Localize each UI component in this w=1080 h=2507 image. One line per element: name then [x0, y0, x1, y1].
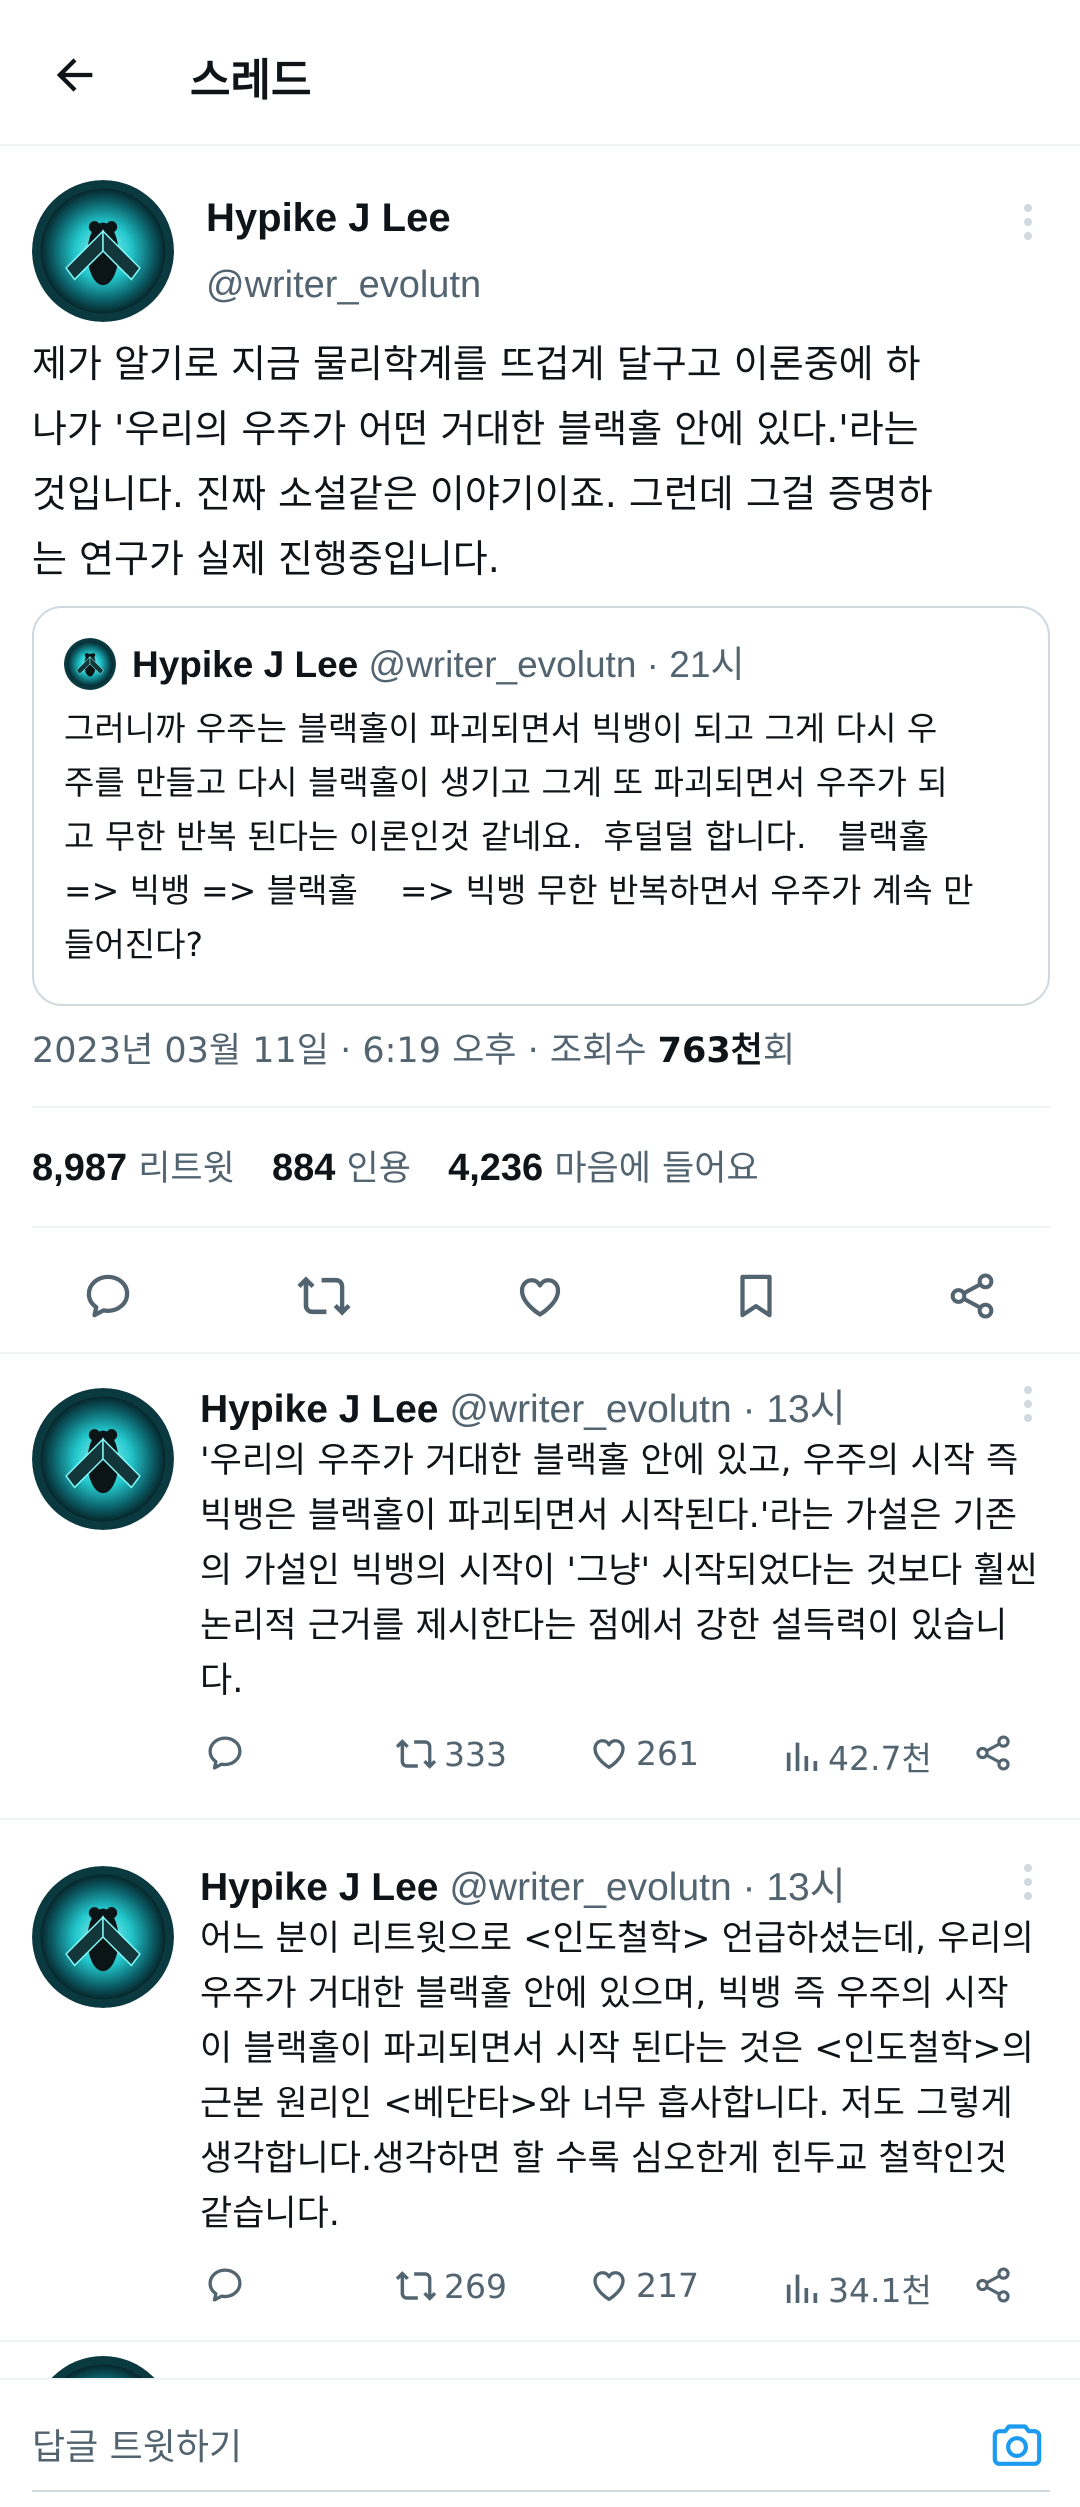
separator [0, 1818, 1080, 1820]
like-label[interactable]: 마음에 들어요 [554, 1149, 758, 1189]
reply-text: 어느 분이 리트윗으로 <인도철학> 언급하셨는데, 우리의 우주가 거대한 블… [200, 1919, 1034, 2234]
reply-header: Hypike J Lee @writer_evolutn · 13시 [200, 1856, 846, 1912]
avatar [32, 2356, 174, 2380]
author-name[interactable]: Hypike J Lee [200, 1388, 438, 1431]
retweet-button[interactable]: 269 [394, 2264, 507, 2308]
tweet-text: 제가 알기로 지금 물리학계를 뜨겁게 달구고 이론중에 하 나가 '우리의 우… [32, 342, 933, 581]
views-button[interactable]: 34.1천 [782, 2264, 932, 2312]
reply-composer: 답글 트윗하기 [0, 2378, 1080, 2507]
bookmark-button[interactable] [726, 1266, 786, 1326]
arrow-left-icon [56, 58, 93, 92]
share-icon [976, 2267, 1010, 2303]
heart-icon [593, 2271, 625, 2302]
reply-header: Hypike J Lee @writer_evolutn · 13시 [200, 1378, 846, 1434]
view-count: 42.7천 [828, 1739, 932, 1778]
back-button[interactable] [40, 40, 110, 110]
quoted-tweet[interactable]: Hypike J Lee @writer_evolutn · 21시 그러니까 … [32, 606, 1050, 1006]
more-vertical-icon [1024, 1864, 1032, 1900]
bookmark-icon [740, 1274, 772, 1318]
quote-avatar [64, 638, 116, 690]
more-button[interactable] [1008, 192, 1048, 252]
timestamp-text: 2023년 03월 11일 · 6:19 오후 · 조회수 [32, 1031, 647, 1071]
views-button[interactable]: 42.7천 [782, 1732, 932, 1780]
retweet-button[interactable] [294, 1266, 354, 1326]
share-icon [976, 1735, 1010, 1771]
more-button[interactable] [1008, 1852, 1048, 1912]
reply-meta: @writer_evolutn · 13시 [449, 1388, 846, 1431]
retweet-count: 333 [444, 1734, 507, 1774]
divider [32, 1106, 1050, 1108]
share-icon [950, 1273, 994, 1319]
avatar[interactable] [32, 180, 174, 322]
author-name[interactable]: Hypike J Lee [200, 1866, 438, 1909]
quote-text: 그러니까 우주는 블랙홀이 파괴되면서 빅뱅이 되고 그게 다시 우 주를 만들… [64, 709, 974, 964]
author-name[interactable]: Hypike J Lee [206, 196, 451, 241]
next-reply-peek [0, 2346, 1080, 2380]
reply-text: '우리의 우주가 거대한 블랙홀 안에 있고, 우주의 시작 즉 빅뱅은 블랙홀… [200, 1441, 1038, 1701]
avatar[interactable] [32, 1866, 174, 2008]
heart-icon [519, 1278, 561, 1317]
reply-button[interactable] [78, 1266, 138, 1326]
share-button[interactable] [942, 1266, 1002, 1326]
view-suffix: 회 [762, 1031, 796, 1071]
reply-button[interactable] [204, 2264, 246, 2306]
retweet-icon [395, 1739, 437, 1769]
comment-icon [86, 1274, 130, 1318]
like-button[interactable]: 261 [588, 1732, 699, 1774]
top-bar: 스레드 [0, 0, 1080, 146]
more-vertical-icon [1024, 204, 1032, 240]
retweet-count[interactable]: 8,987 [32, 1147, 127, 1189]
bar-chart-icon [786, 2274, 818, 2303]
separator [0, 2340, 1080, 2342]
like-count: 261 [636, 1733, 699, 1773]
reply-button[interactable] [204, 1732, 246, 1774]
view-count: 34.1천 [828, 2271, 932, 2310]
quote-label[interactable]: 인용 [347, 1149, 411, 1189]
reply-meta: @writer_evolutn · 13시 [449, 1866, 846, 1909]
retweet-count: 269 [444, 2266, 507, 2306]
like-count: 217 [636, 2265, 699, 2305]
tweet-stats: 8,987 리트윗 884 인용 4,236 마음에 들어요 [32, 1140, 785, 1191]
quote-header: Hypike J Lee @writer_evolutn · 21시 [132, 634, 744, 688]
like-button[interactable] [510, 1266, 570, 1326]
share-button[interactable] [972, 1732, 1014, 1774]
quote-meta: @writer_evolutn · 21시 [368, 644, 745, 685]
reply-tweet[interactable]: Hypike J Lee @writer_evolutn · 13시 '우리의 … [0, 1354, 1080, 1818]
retweet-button[interactable]: 333 [394, 1732, 507, 1776]
share-button[interactable] [972, 2264, 1014, 2306]
retweet-label[interactable]: 리트윗 [138, 1149, 235, 1189]
bar-chart-icon [786, 1742, 818, 1771]
camera-icon [992, 2424, 1042, 2466]
more-vertical-icon [1024, 1386, 1032, 1422]
retweet-icon [297, 1276, 351, 1316]
author-handle[interactable]: @writer_evolutn [206, 264, 481, 307]
view-count: 763천 [657, 1031, 763, 1071]
avatar[interactable] [32, 1388, 174, 1530]
tweet-timestamp: 2023년 03월 11일 · 6:19 오후 · 조회수 763천회 [32, 1022, 795, 1073]
more-button[interactable] [1008, 1374, 1048, 1434]
quote-author: Hypike J Lee [132, 644, 359, 685]
tweet-actions [0, 1228, 1080, 1358]
input-underline [32, 2490, 1050, 2492]
camera-button[interactable] [988, 2416, 1046, 2472]
quote-count[interactable]: 884 [272, 1147, 335, 1189]
reply-tweet[interactable]: Hypike J Lee @writer_evolutn · 13시 어느 분이… [0, 1832, 1080, 2344]
retweet-icon [395, 2271, 437, 2301]
comment-icon [208, 2268, 242, 2302]
reply-input[interactable]: 답글 트윗하기 [32, 2418, 242, 2470]
comment-icon [208, 1736, 242, 1770]
like-button[interactable]: 217 [588, 2264, 699, 2306]
page-title: 스레드 [190, 55, 312, 106]
heart-icon [593, 1739, 625, 1770]
like-count[interactable]: 4,236 [448, 1147, 543, 1189]
